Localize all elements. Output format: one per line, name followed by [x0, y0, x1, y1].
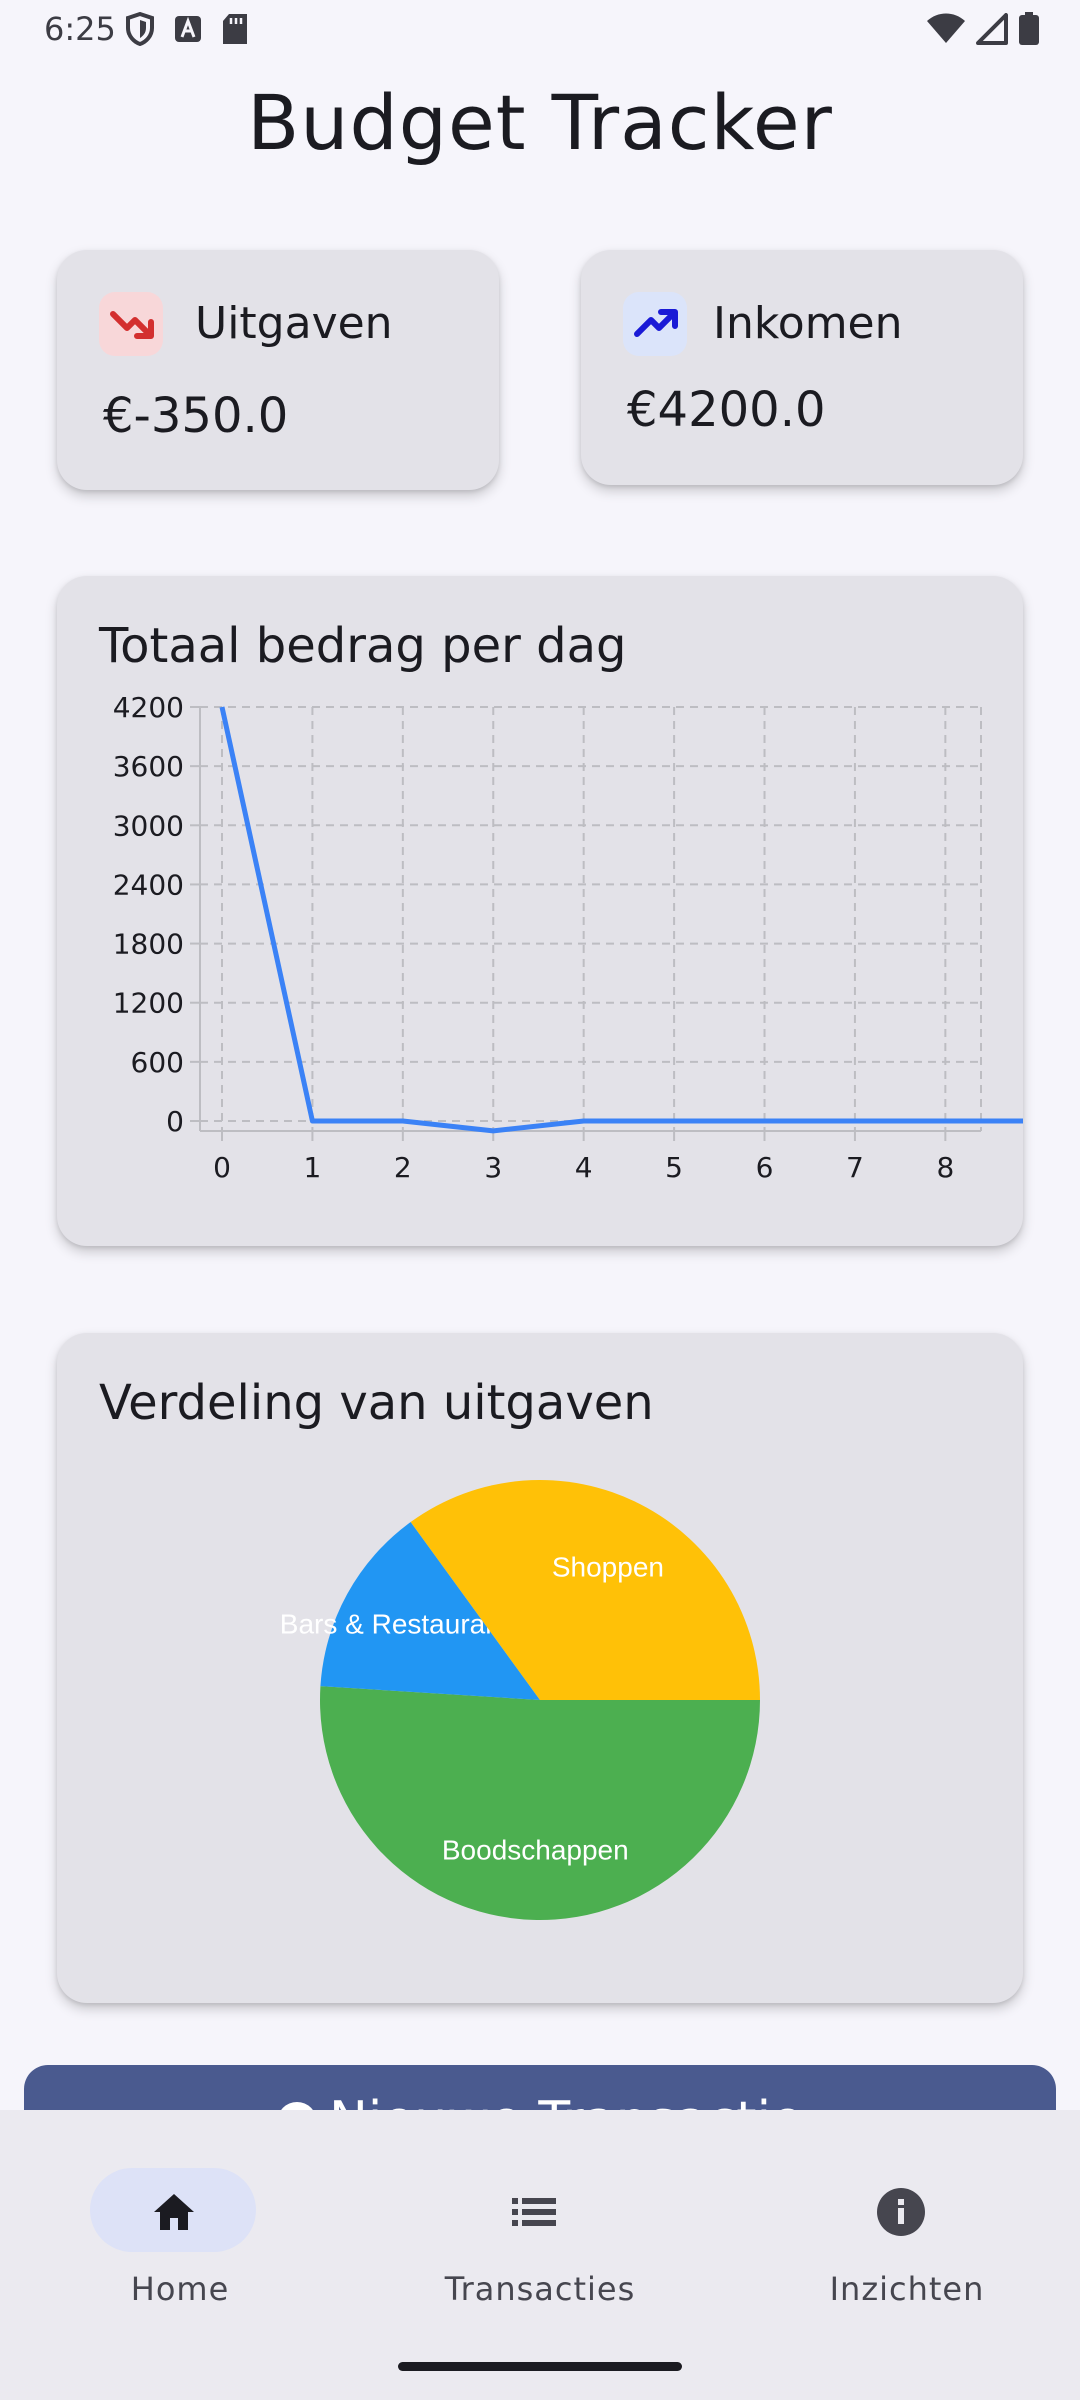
x-tick-label: 0: [213, 1151, 231, 1184]
income-label: Inkomen: [713, 298, 903, 349]
font-icon: [175, 16, 201, 42]
y-tick-label: 3000: [113, 809, 184, 842]
nav-label-transacties: Transacties: [444, 2270, 636, 2308]
x-tick-label: 7: [846, 1151, 864, 1184]
trending-up-icon: [623, 292, 687, 356]
x-tick-label: 4: [575, 1151, 593, 1184]
expense-distribution-card: Verdeling van uitgaven Boodschappen Bars …: [57, 1333, 1023, 2003]
income-card: Inkomen €4200.0: [581, 250, 1023, 485]
y-tick-label: 600: [131, 1046, 184, 1079]
daily-total-chart-card: Totaal bedrag per dag 012345678906001200…: [57, 576, 1023, 1246]
x-tick-label: 5: [665, 1151, 683, 1184]
page-title: Budget Tracker: [247, 78, 833, 167]
pie-slice-label: Shoppen: [552, 1552, 664, 1583]
nav-item-transacties[interactable]: Transacties: [390, 2158, 690, 2308]
shield-icon: [126, 12, 154, 46]
signal-icon: [976, 13, 1008, 45]
x-tick-label: 1: [304, 1151, 322, 1184]
expenses-label: Uitgaven: [195, 298, 393, 349]
battery-icon: [1019, 12, 1039, 45]
y-tick-label: 3600: [113, 750, 184, 783]
y-tick-label: 0: [166, 1105, 184, 1138]
x-tick-label: 2: [394, 1151, 412, 1184]
status-time: 6:25: [44, 10, 116, 48]
y-tick-label: 2400: [113, 868, 184, 901]
expense-pie-chart: BoodschappenBars & RestaurantsShoppen: [280, 1480, 760, 1921]
daily-total-line-chart: 01234567890600120018002400300036004200: [113, 691, 1023, 1184]
bottom-nav: Home Transacties Inzichten: [0, 2110, 1080, 2400]
x-tick-label: 3: [484, 1151, 502, 1184]
home-indicator: [398, 2362, 682, 2371]
y-tick-label: 4200: [113, 691, 184, 724]
pie-slice-label: Boodschappen: [442, 1835, 629, 1866]
expenses-card: Uitgaven €-350.0: [57, 250, 499, 490]
home-icon: [154, 2194, 194, 2230]
sd-card-icon: [223, 14, 247, 44]
series-line: [219, 706, 1023, 1134]
nav-item-inzichten[interactable]: Inzichten: [757, 2158, 1057, 2308]
status-bar: 6:25: [0, 0, 1080, 62]
x-tick-label: 6: [756, 1151, 774, 1184]
y-tick-label: 1200: [113, 987, 184, 1020]
nav-label-inzichten: Inzichten: [829, 2270, 985, 2308]
nav-label-home: Home: [130, 2270, 230, 2308]
list-icon: [512, 2198, 556, 2226]
x-tick-label: 8: [936, 1151, 954, 1184]
expenses-value: €-350.0: [103, 388, 289, 444]
trending-down-icon: [99, 292, 163, 356]
wifi-icon: [927, 13, 965, 43]
pie-slice: [320, 1686, 760, 1921]
nav-item-home[interactable]: Home: [30, 2158, 330, 2308]
income-value: €4200.0: [627, 382, 826, 438]
info-icon: [877, 2188, 925, 2236]
y-tick-label: 1800: [113, 928, 184, 961]
